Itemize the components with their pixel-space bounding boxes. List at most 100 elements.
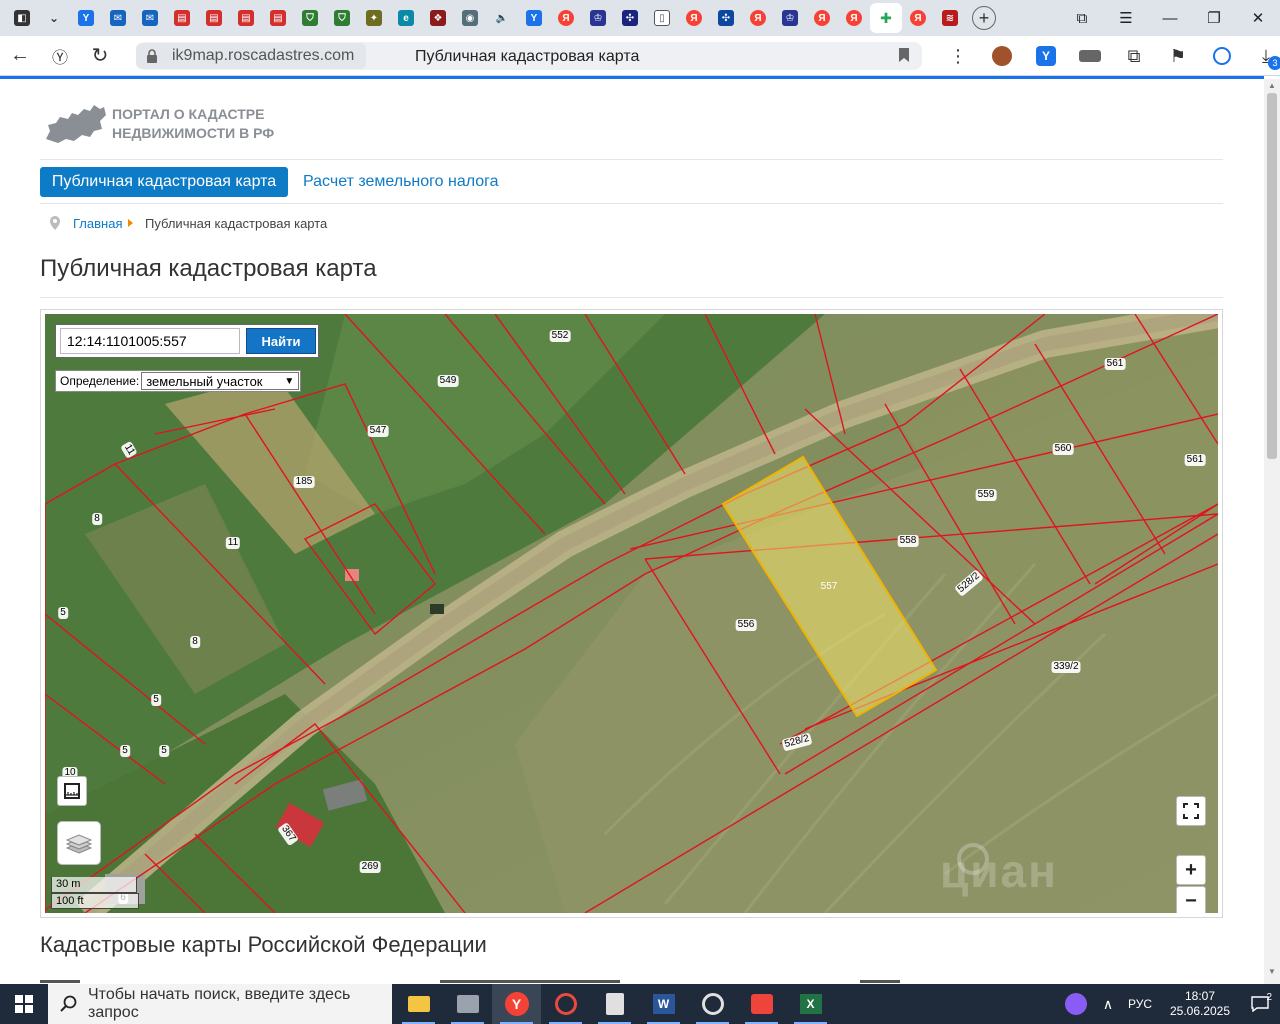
tab-6[interactable]: ▤: [230, 3, 262, 33]
edge-icon: e: [398, 10, 414, 26]
tab-17[interactable]: ♔: [582, 3, 614, 33]
parcel-label: 339/2: [1051, 661, 1081, 673]
scroll-thumb[interactable]: [1267, 93, 1277, 459]
taskbar-calculator[interactable]: [590, 984, 639, 1024]
tab-4[interactable]: ▤: [166, 3, 198, 33]
start-button[interactable]: [0, 984, 48, 1024]
taskbar-search[interactable]: Чтобы начать поиск, введите здесь запрос: [48, 984, 392, 1024]
taskbar-yandex-browser[interactable]: Y: [492, 984, 541, 1024]
page-scrollbar[interactable]: ▲ ▼: [1264, 79, 1280, 984]
tab-5[interactable]: ▤: [198, 3, 230, 33]
tab-10[interactable]: ✦: [358, 3, 390, 33]
clock[interactable]: 18:07 25.06.2025: [1160, 984, 1240, 1024]
clock-date: 25.06.2025: [1169, 1004, 1231, 1018]
zoom-in-button[interactable]: +: [1176, 855, 1206, 885]
tab-1[interactable]: Y: [70, 3, 102, 33]
alice-assistant-icon[interactable]: [1056, 984, 1096, 1024]
paragraph-cut-off: [40, 976, 940, 984]
tab-14[interactable]: 🔈: [486, 3, 518, 33]
folder-icon: [407, 996, 430, 1012]
tray-extension-icon[interactable]: [1068, 36, 1112, 76]
collections-icon[interactable]: ⚑: [1156, 36, 1200, 76]
tab-8[interactable]: ⛉: [294, 3, 326, 33]
tab-18[interactable]: ✣: [614, 3, 646, 33]
back-button[interactable]: ←: [0, 36, 40, 76]
logo-text-line2: НЕДВИЖИМОСТИ В РФ: [112, 125, 275, 141]
tab-12[interactable]: ❖: [422, 3, 454, 33]
cadastral-search-box: Найти: [55, 324, 319, 358]
taskbar-word[interactable]: W: [639, 984, 688, 1024]
tab-switch-icon[interactable]: ⧉: [1060, 0, 1104, 36]
tab-25[interactable]: Я: [838, 3, 870, 33]
tab-21[interactable]: ✣: [710, 3, 742, 33]
parcel-label: 5: [58, 607, 68, 619]
tab-22[interactable]: Я: [742, 3, 774, 33]
search-button[interactable]: Найти: [246, 328, 316, 354]
tab-13[interactable]: ◉: [454, 3, 486, 33]
cadastral-number-input[interactable]: [60, 328, 240, 354]
menu-icon[interactable]: ☰: [1104, 0, 1148, 36]
puzzle-extension-icon[interactable]: ⧉: [1112, 36, 1156, 76]
restore-button[interactable]: ❐: [1192, 0, 1236, 36]
tab-16[interactable]: Я: [550, 3, 582, 33]
bookmark-icon[interactable]: [898, 47, 910, 63]
yandex-home-button[interactable]: Ⓨ: [40, 36, 80, 76]
taskbar-app-7[interactable]: [688, 984, 737, 1024]
ruler-button[interactable]: [57, 776, 87, 806]
cadastral-map[interactable]: циан 552 549 547 561 561 560 559 558 557 556 528/2…: [45, 314, 1218, 913]
url-host[interactable]: ik9map.roscadastres.com: [136, 43, 366, 69]
tab-3[interactable]: ✉: [134, 3, 166, 33]
tab-9[interactable]: ⛉: [326, 3, 358, 33]
scroll-down-arrow[interactable]: ▼: [1268, 967, 1276, 976]
browser-tab-strip: ◧ ⌄ Y ✉ ✉ ▤ ▤ ▤ ▤ ⛉ ⛉ ✦ e ❖ ◉ 🔈 Y Я ♔ ✣ …: [0, 0, 1280, 36]
taskbar-file-explorer[interactable]: [394, 984, 443, 1024]
new-tab-button[interactable]: +: [972, 6, 996, 30]
taskbar-search-placeholder: Чтобы начать поиск, введите здесь запрос: [88, 986, 351, 1021]
tab-2[interactable]: ✉: [102, 3, 134, 33]
calculator-icon: [605, 993, 624, 1015]
language-indicator[interactable]: РУС: [1120, 984, 1160, 1024]
tab-27[interactable]: Я: [902, 3, 934, 33]
pdf-icon: ▤: [270, 10, 286, 26]
taskbar-network-app[interactable]: [443, 984, 492, 1024]
sync-badge-icon[interactable]: [1200, 36, 1244, 76]
profile-avatar-icon[interactable]: [980, 36, 1024, 76]
parcel-label: 556: [735, 619, 757, 631]
tab-list: ◧ ⌄ Y ✉ ✉ ▤ ▤ ▤ ▤ ⛉ ⛉ ✦ e ❖ ◉ 🔈 Y Я ♔ ✣ …: [0, 0, 996, 36]
close-button[interactable]: ✕: [1236, 0, 1280, 36]
scroll-up-arrow[interactable]: ▲: [1268, 81, 1276, 90]
url-host-text: ik9map.roscadastres.com: [172, 47, 355, 64]
tab-23[interactable]: ♔: [774, 3, 806, 33]
tab-active-cadastral-map[interactable]: ✚: [870, 3, 902, 33]
yandex-extension-icon[interactable]: Y: [1024, 36, 1068, 76]
parcel-label: 561: [1184, 454, 1206, 466]
tab-19[interactable]: ▯: [646, 3, 678, 33]
fullscreen-button[interactable]: [1176, 796, 1206, 826]
tab-24[interactable]: Я: [806, 3, 838, 33]
nav-tab-land-tax[interactable]: Расчет земельного налога: [303, 173, 499, 191]
minimize-button[interactable]: —: [1148, 0, 1192, 36]
tab-11[interactable]: e: [390, 3, 422, 33]
downloads-icon[interactable]: ⤓ 3: [1244, 36, 1280, 76]
tab-20[interactable]: Я: [678, 3, 710, 33]
parcel-label: 559: [975, 489, 997, 501]
nav-tab-cadastral-map[interactable]: Публичная кадастровая карта: [40, 167, 288, 197]
tab-list-dropdown[interactable]: ⌄: [38, 3, 70, 33]
tray-expand-icon[interactable]: ∧: [1096, 984, 1120, 1024]
window-controls: ⧉ ☰ — ❐ ✕: [1060, 0, 1280, 36]
tab-15[interactable]: Y: [518, 3, 550, 33]
breadcrumb-home-link[interactable]: Главная: [73, 216, 122, 231]
russia-map-logo-icon: [46, 105, 106, 143]
taskbar-anydesk[interactable]: [737, 984, 786, 1024]
zoom-out-button[interactable]: −: [1176, 886, 1206, 913]
notifications-button[interactable]: 2: [1240, 984, 1280, 1024]
definition-select[interactable]: земельный участок ▼: [141, 372, 300, 390]
reload-button[interactable]: ↻: [80, 36, 120, 76]
more-options-icon[interactable]: ⋮: [936, 36, 980, 76]
layers-button[interactable]: [57, 821, 101, 865]
tab-28[interactable]: ≋: [934, 3, 966, 33]
tab-7[interactable]: ▤: [262, 3, 294, 33]
taskbar-app-4[interactable]: [541, 984, 590, 1024]
taskbar-excel[interactable]: X: [786, 984, 835, 1024]
tab-yandex-browser[interactable]: ◧: [6, 3, 38, 33]
